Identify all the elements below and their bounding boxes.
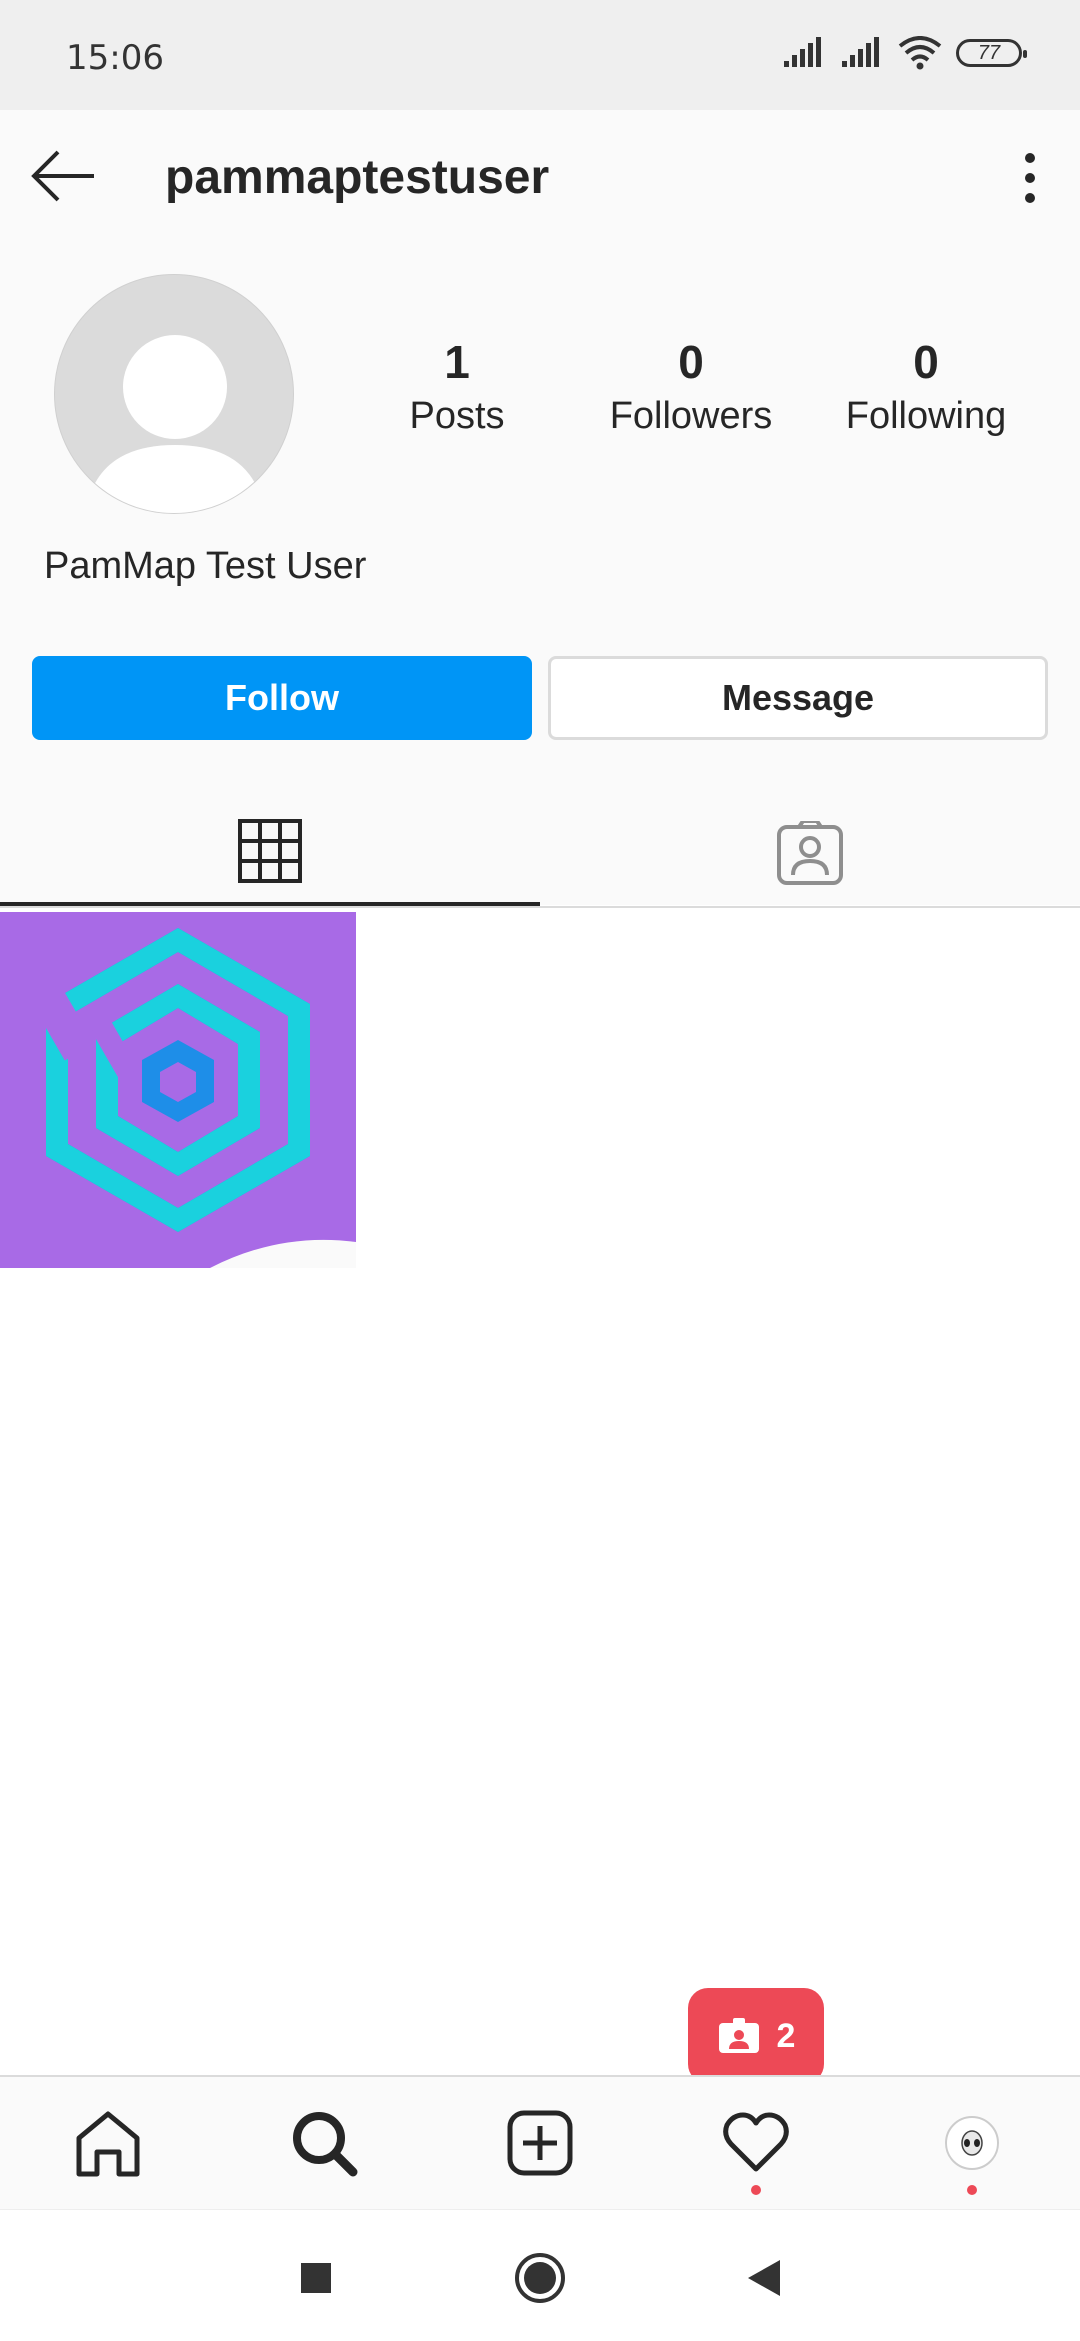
posts-count: 1	[444, 336, 470, 388]
posts-stat[interactable]: 1 Posts	[337, 335, 577, 438]
grid-icon	[238, 819, 302, 883]
square-icon	[301, 2263, 331, 2293]
profile-tabs	[0, 800, 1080, 908]
activity-unread-dot	[751, 2185, 761, 2195]
notification-count: 2	[776, 2016, 796, 2055]
activity-heart-icon	[723, 2112, 789, 2172]
follow-request-icon	[718, 2018, 759, 2053]
battery-level: 77	[977, 41, 1001, 64]
more-options-icon[interactable]	[1010, 150, 1050, 206]
message-button[interactable]: Message	[548, 656, 1048, 740]
status-icons: 77	[782, 36, 1027, 70]
search-icon	[293, 2112, 358, 2177]
signal-icon-2	[842, 37, 879, 67]
following-label: Following	[845, 395, 1007, 437]
post-thumbnail[interactable]	[0, 912, 356, 1268]
back-arrow-icon[interactable]	[28, 148, 98, 204]
followers-count: 0	[678, 336, 704, 388]
profile-username: pammaptestuser	[165, 151, 550, 204]
profile-unread-dot	[967, 2185, 977, 2195]
nav-search[interactable]	[216, 2077, 432, 2209]
status-bar: 15:06 77	[0, 0, 1080, 110]
top-app-bar: pammaptestuser	[0, 110, 1080, 240]
signal-icon	[784, 37, 821, 67]
profile-avatar[interactable]	[54, 274, 294, 514]
nav-home[interactable]	[0, 2077, 216, 2209]
following-count: 0	[913, 336, 939, 388]
system-navigation-bar	[0, 2209, 1080, 2341]
posts-label: Posts	[409, 395, 505, 437]
followers-label: Followers	[609, 395, 773, 437]
nav-new-post[interactable]	[432, 2077, 648, 2209]
back-system-button[interactable]	[734, 2248, 794, 2308]
default-avatar-icon	[85, 335, 265, 513]
bottom-navigation	[0, 2075, 1080, 2209]
add-post-icon	[507, 2110, 573, 2176]
triangle-back-icon	[748, 2260, 780, 2296]
tagged-person-icon	[777, 821, 843, 885]
tab-tagged[interactable]	[540, 800, 1080, 906]
nav-activity[interactable]	[648, 2077, 864, 2209]
recents-button[interactable]	[286, 2248, 346, 2308]
nav-profile[interactable]	[864, 2077, 1080, 2209]
post-logo-image	[0, 912, 356, 1268]
follow-button[interactable]: Follow	[32, 656, 532, 740]
profile-full-name: PamMap Test User	[44, 545, 367, 587]
activity-notification-bubble[interactable]: 2	[688, 1988, 824, 2100]
wifi-icon	[898, 36, 942, 70]
status-time: 15:06	[66, 38, 164, 78]
profile-avatar-icon	[945, 2116, 999, 2170]
circle-icon	[515, 2253, 565, 2303]
home-icon	[76, 2111, 140, 2177]
battery-icon: 77	[956, 39, 1027, 67]
followers-stat[interactable]: 0 Followers	[571, 335, 811, 438]
following-stat[interactable]: 0 Following	[806, 335, 1046, 438]
tab-posts-grid[interactable]	[0, 800, 540, 906]
profile-header-area: pammaptestuser 1 Posts 0 Followers 0 Fol…	[0, 110, 1080, 908]
home-system-button[interactable]	[510, 2248, 570, 2308]
